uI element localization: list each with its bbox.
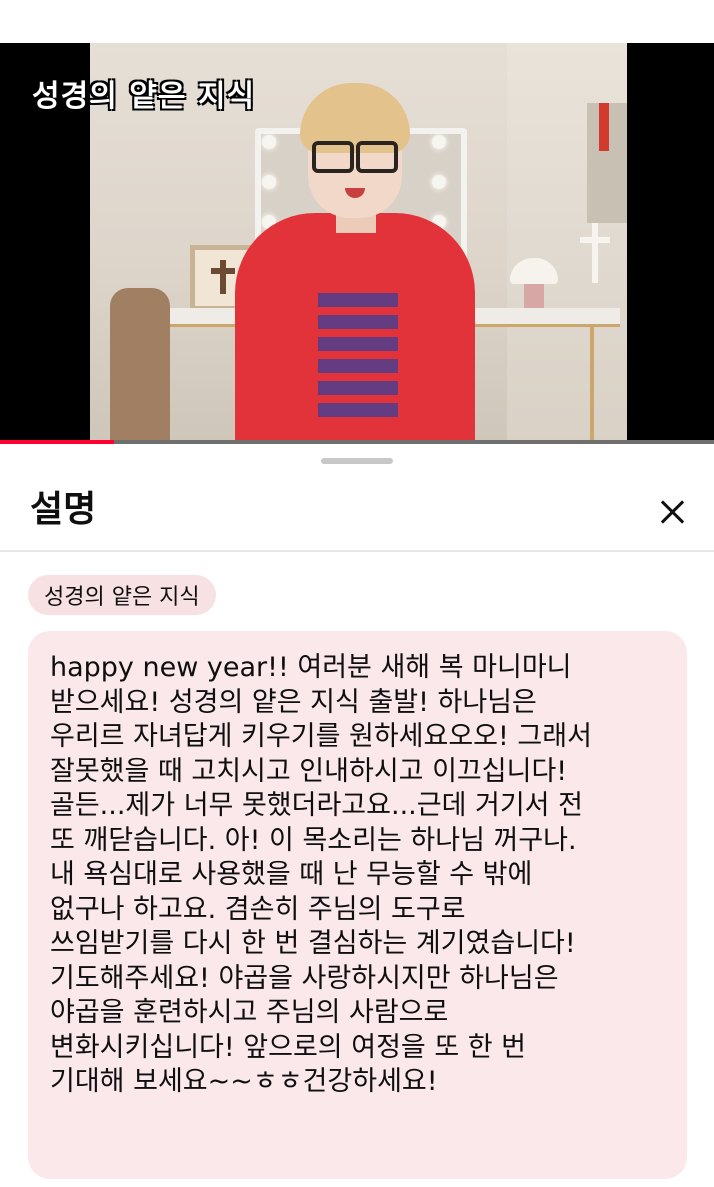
mirror-bulb: [432, 175, 446, 189]
description-box: happy new year!! 여러분 새해 복 마니마니 받으세요! 성경의…: [28, 631, 687, 1179]
description-line: 없구나 하고요. 겸손히 주님의 도구로: [50, 893, 466, 925]
video-overlay-title: 성경의 얕은 지식: [32, 79, 256, 114]
glasses-icon: [312, 141, 354, 173]
drag-handle[interactable]: [321, 458, 393, 464]
mirror-bulb: [432, 135, 446, 149]
mirror-bulb: [262, 135, 276, 149]
description-line: 변화시키십니다! 앞으로의 여정을 또 한 번: [50, 1031, 527, 1063]
lamp-shade: [510, 258, 558, 284]
description-line: 받으세요! 성경의 얕은 지식 출발! 하나님은: [50, 686, 537, 718]
close-icon: [659, 499, 685, 525]
sheet-divider: [0, 550, 714, 552]
shirt-print: [318, 293, 398, 423]
description-line: 기대해 보세요~~ㅎㅎ건강하세요!: [50, 1066, 438, 1097]
scene-instrument-case: [110, 288, 170, 443]
wall-cross: [592, 223, 598, 283]
table-leg: [590, 327, 594, 443]
description-line: happy new year!! 여러분 새해 복 마니마니: [50, 652, 572, 683]
description-line: 기도해주세요! 야곱을 사랑하시지만 하나님은: [50, 962, 559, 994]
description-line: 쓰임받기를 다시 한 번 결심하는 계기였습니다!: [50, 928, 576, 959]
wall-cross-bar: [580, 237, 610, 243]
video-player[interactable]: 성경의 얕은 지식: [0, 43, 714, 443]
description-line: 내 욕심대로 사용했을 때 난 무능할 수 밖에: [50, 859, 533, 890]
scene-flag: [599, 103, 609, 151]
description-line: 야곱을 훈련하시고 주님의 사람으로: [50, 997, 449, 1028]
description-sheet: 설명 성경의 얕은 지식 happy new year!! 여러분 새해 복 마…: [0, 444, 714, 1187]
description-line: 또 깨닫습니다. 아! 이 목소리는 하나님 꺼구나.: [50, 824, 577, 856]
close-button[interactable]: [648, 488, 696, 536]
status-bar-area: [0, 0, 714, 43]
description-line: 골든...제가 너무 못했더라고요...근데 거기서 전: [50, 790, 583, 821]
glasses-icon: [356, 141, 398, 173]
sheet-title: 설명: [30, 489, 97, 530]
channel-chip[interactable]: 성경의 얕은 지식: [28, 575, 216, 615]
scene-lamp: [510, 258, 558, 308]
description-line: 우리르 자녀답게 키우기를 원하세요오오! 그래서: [50, 721, 592, 752]
lamp-base: [524, 284, 544, 308]
description-line: 잘못했을 때 고치시고 인내하시고 이끄십니다!: [50, 755, 568, 787]
mirror-bulb: [262, 175, 276, 189]
